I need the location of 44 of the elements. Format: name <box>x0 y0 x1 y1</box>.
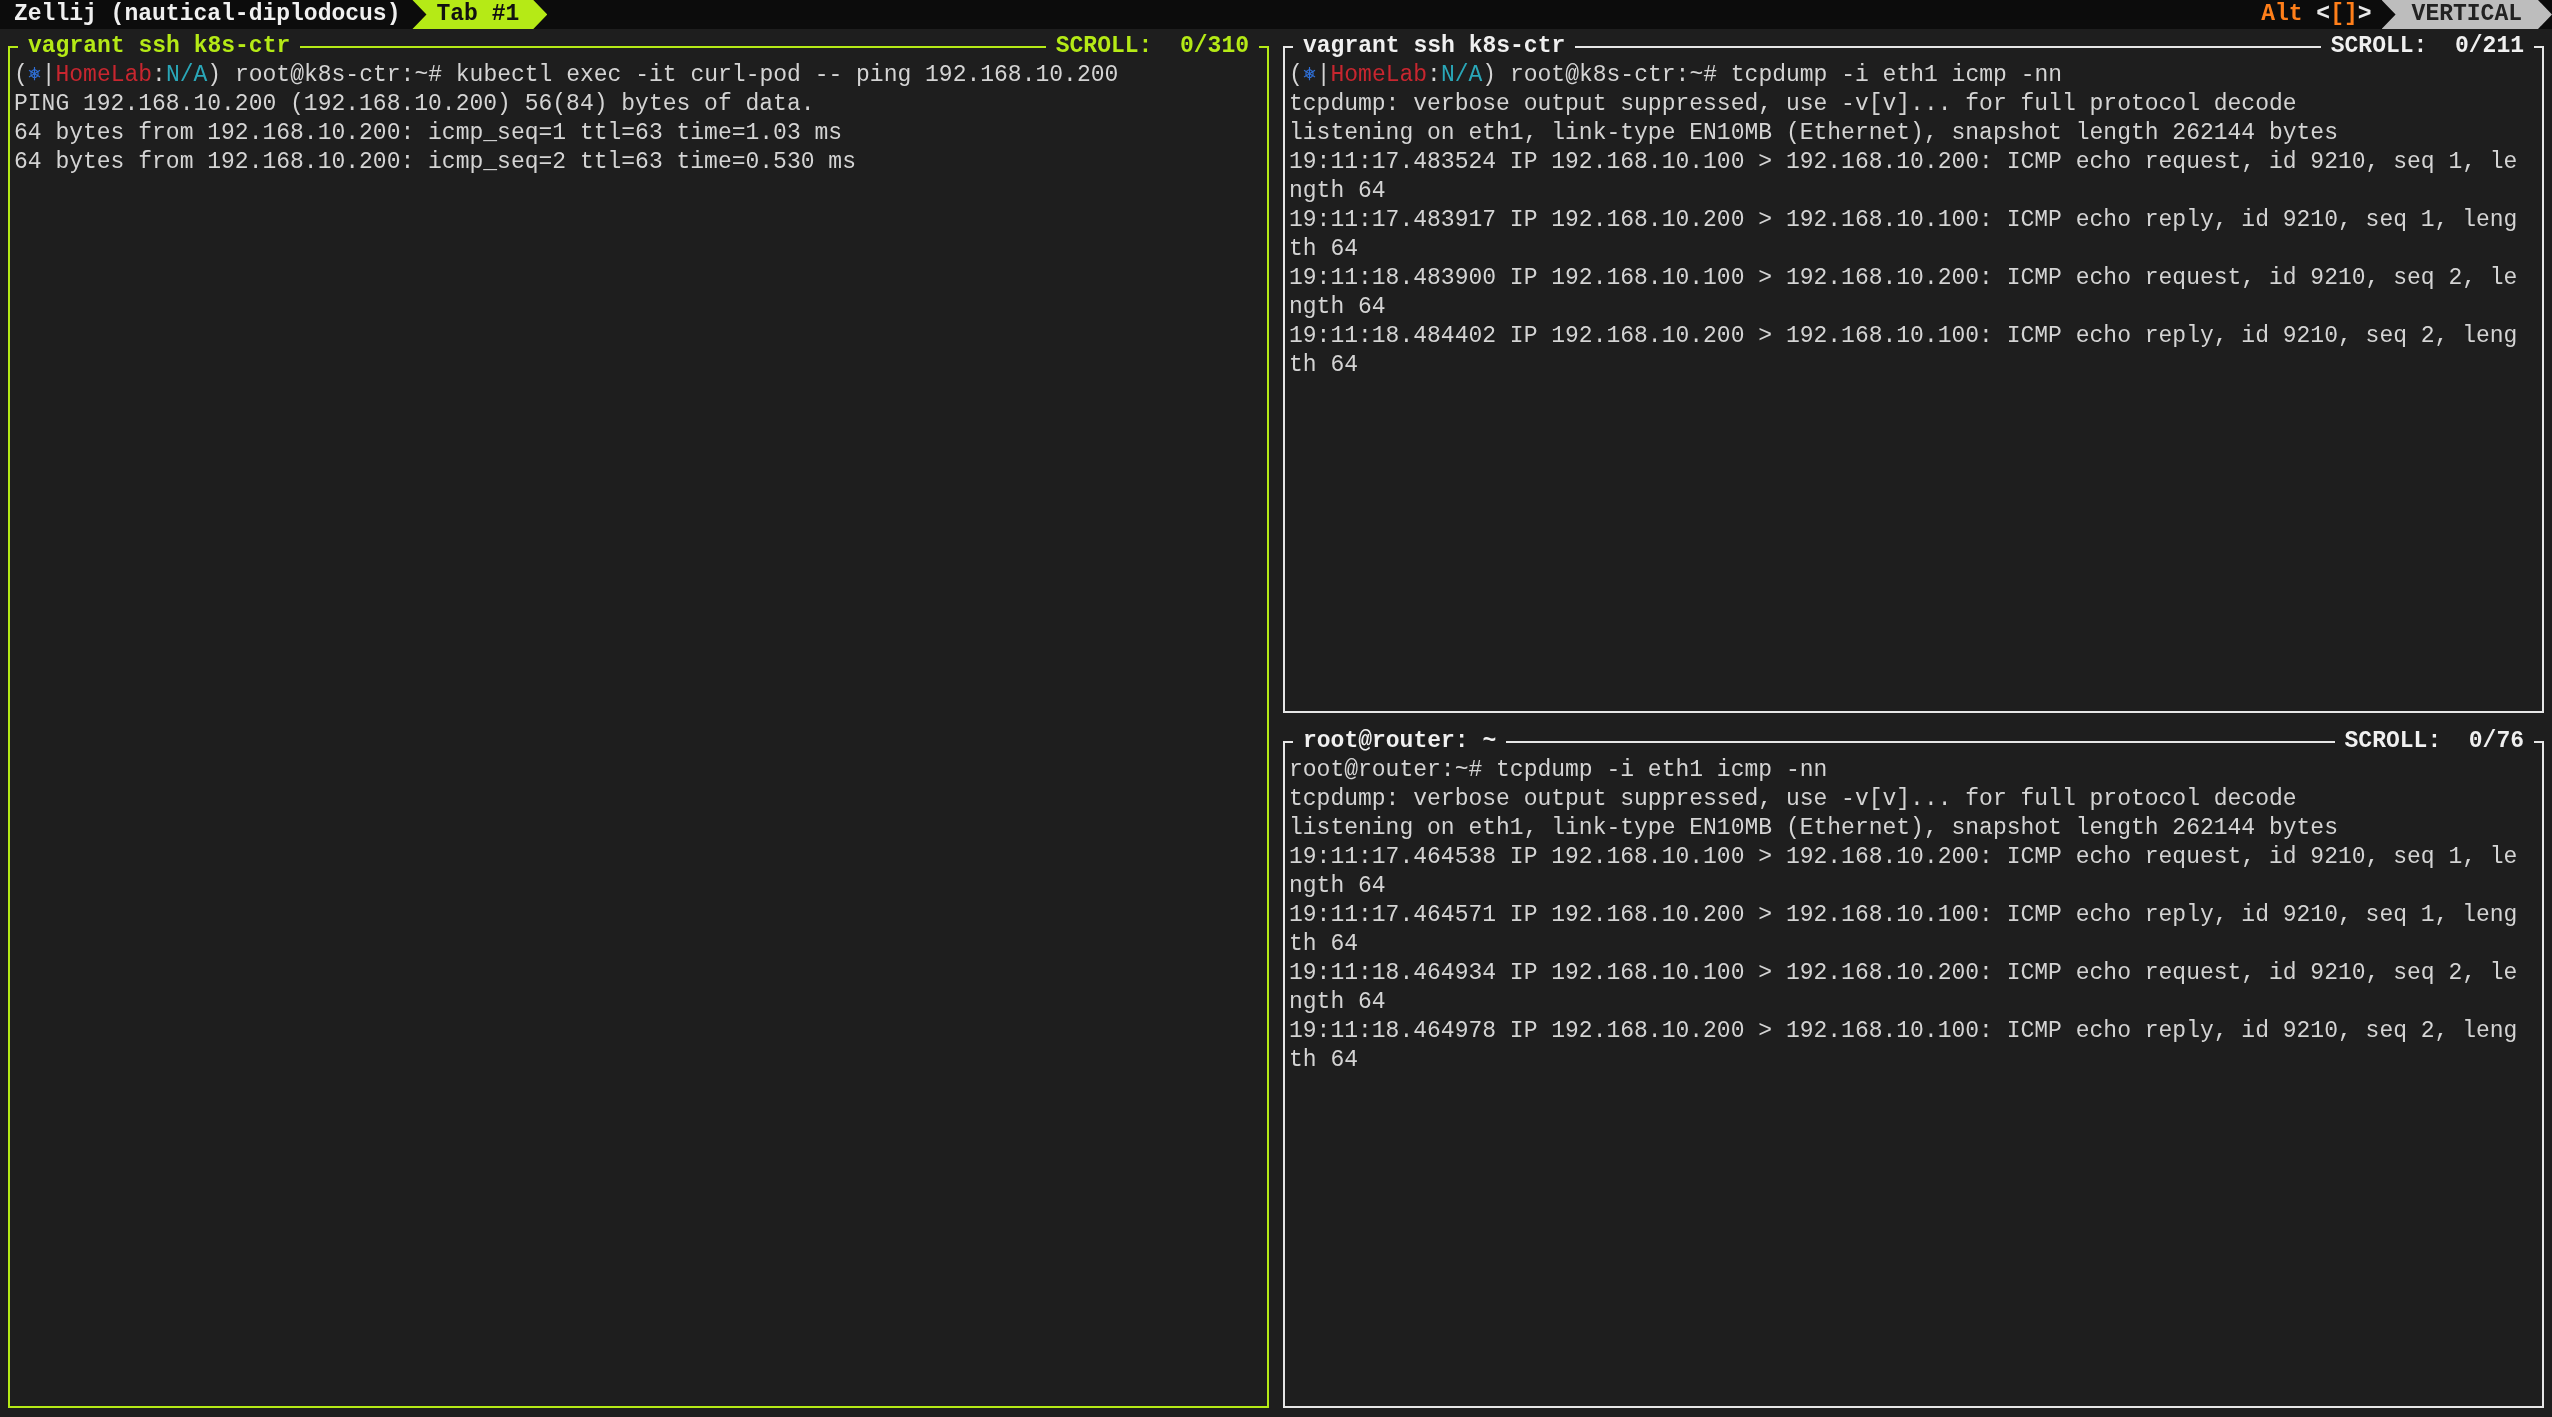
terminal-line: th 64 <box>1289 351 1358 380</box>
terminal-pane[interactable] <box>1283 727 2544 1408</box>
pane-title: vagrant ssh k8s-ctr <box>27 32 292 62</box>
terminal-line: tcpdump: verbose output suppressed, use -v[v]... for full protocol decode <box>1289 90 2297 119</box>
terminal-line: tcpdump: verbose output suppressed, use -v[v]... for full protocol decode <box>1289 785 2297 814</box>
terminal-line: th 64 <box>1289 1046 1358 1075</box>
terminal-line: ngth 64 <box>1289 988 1386 1017</box>
scroll-indicator: SCROLL: 0/310 <box>1054 32 1250 62</box>
tab[interactable]: Tab #1 <box>412 0 548 29</box>
terminal-line: ngth 64 <box>1289 872 1386 901</box>
terminal-line: 64 bytes from 192.168.10.200: icmp_seq=1 ttl=63 time=1.03 ms <box>14 119 843 148</box>
terminal-line: (⎈|HomeLab:N/A) root@k8s-ctr:~# kubectl exec -it curl-pod -- ping 192.168.10.200 <box>14 61 1119 90</box>
terminal-line: 19:11:18.464978 IP 192.168.10.200 > 192.168.10.100: ICMP echo reply, id 9210, seq 2, leng <box>1289 1017 2518 1046</box>
mode-keys-hint: Alt <[]> <box>2261 0 2373 29</box>
border-corner <box>1259 46 1269 61</box>
terminal-pane[interactable] <box>1283 32 2544 713</box>
terminal-line: 64 bytes from 192.168.10.200: icmp_seq=2 ttl=63 time=0.530 ms <box>14 148 856 177</box>
terminal-line: 19:11:18.484402 IP 192.168.10.200 > 192.168.10.100: ICMP echo reply, id 9210, seq 2, leng <box>1289 322 2518 351</box>
terminal-line: 19:11:17.464571 IP 192.168.10.200 > 192.168.10.100: ICMP echo reply, id 9210, seq 1, leng <box>1289 901 2518 930</box>
terminal-line: (⎈|HomeLab:N/A) root@k8s-ctr:~# tcpdump -i eth1 icmp -nn <box>1289 61 2063 90</box>
terminal-line: th 64 <box>1289 930 1358 959</box>
terminal-line: 19:11:17.464538 IP 192.168.10.100 > 192.168.10.200: ICMP echo request, id 9210, seq 1, le <box>1289 843 2518 872</box>
pane-title: root@router: ~ <box>1302 727 1498 757</box>
session-name: Zellij (nautical-diplodocus) <box>13 0 402 29</box>
pane-title: vagrant ssh k8s-ctr <box>1302 32 1567 62</box>
border-corner <box>1283 46 1293 61</box>
terminal-line: root@router:~# tcpdump -i eth1 icmp -nn <box>1289 756 1828 785</box>
terminal-line: PING 192.168.10.200 (192.168.10.200) 56(84) bytes of data. <box>14 90 815 119</box>
terminal-line: 19:11:18.464934 IP 192.168.10.100 > 192.168.10.200: ICMP echo request, id 9210, seq 2, le <box>1289 959 2518 988</box>
terminal-line: 19:11:17.483917 IP 192.168.10.200 > 192.168.10.100: ICMP echo reply, id 9210, seq 1, leng <box>1289 206 2518 235</box>
border-corner <box>1283 741 1293 756</box>
terminal-line: ngth 64 <box>1289 293 1386 322</box>
border-corner <box>8 46 18 61</box>
terminal-line: listening on eth1, link-type EN10MB (Ethernet), snapshot length 262144 bytes <box>1289 814 2338 843</box>
border-corner <box>2534 741 2544 756</box>
scroll-indicator: SCROLL: 0/211 <box>2329 32 2525 62</box>
terminal-line: 19:11:17.483524 IP 192.168.10.100 > 192.168.10.200: ICMP echo request, id 9210, seq 1, le <box>1289 148 2518 177</box>
scroll-indicator: SCROLL: 0/76 <box>2343 727 2525 757</box>
terminal-line: listening on eth1, link-type EN10MB (Ethernet), snapshot length 262144 bytes <box>1289 119 2338 148</box>
terminal-line: th 64 <box>1289 235 1358 264</box>
border-corner <box>2534 46 2544 61</box>
terminal-line: 19:11:18.483900 IP 192.168.10.100 > 192.168.10.200: ICMP echo request, id 9210, seq 2, le <box>1289 264 2518 293</box>
terminal-line: ngth 64 <box>1289 177 1386 206</box>
mode-indicator: VERTICAL <box>2381 0 2552 29</box>
